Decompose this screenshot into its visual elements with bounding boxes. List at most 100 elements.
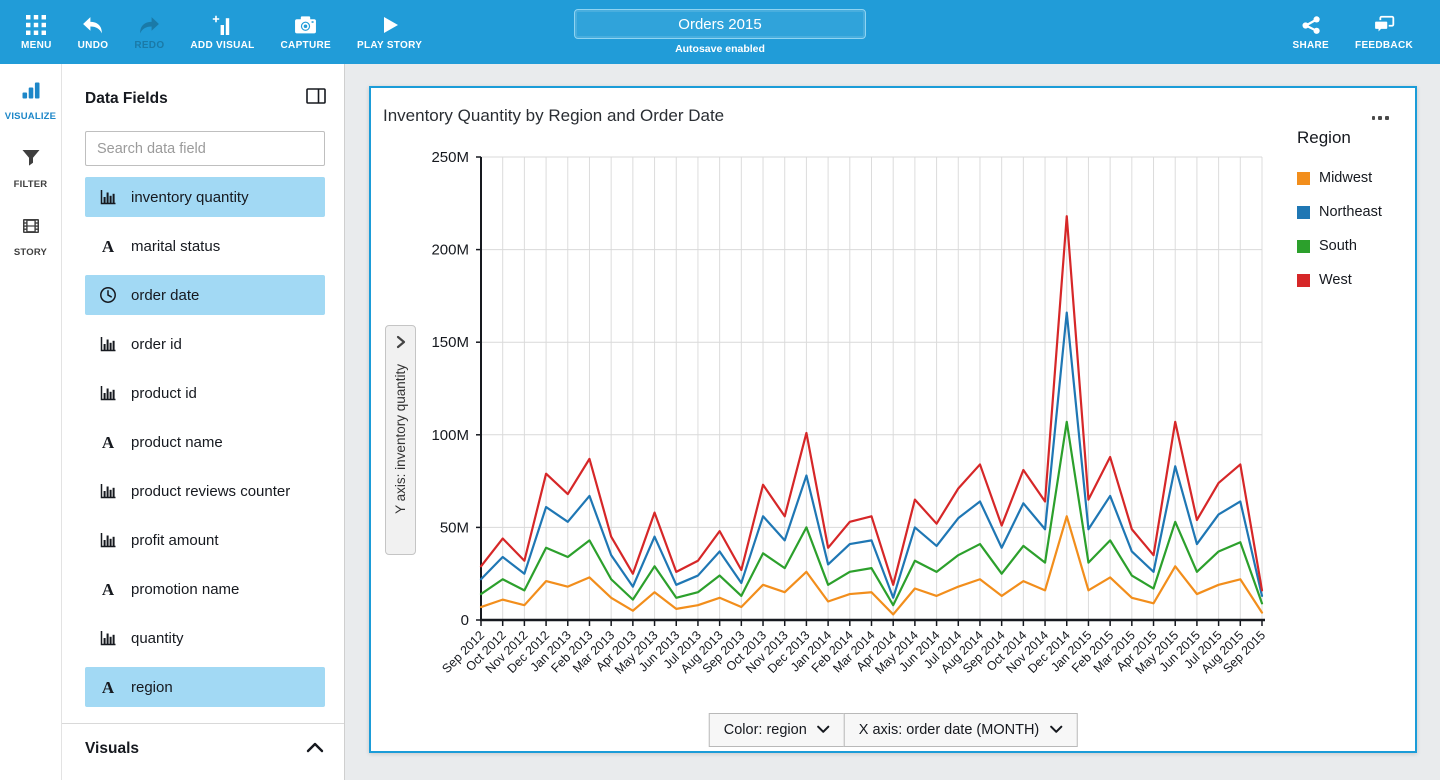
chevron-down-icon bbox=[817, 722, 830, 738]
field-label: order id bbox=[131, 336, 182, 353]
legend-swatch bbox=[1297, 274, 1310, 287]
field-item-promotion-name[interactable]: Apromotion name bbox=[85, 569, 325, 609]
svg-text:250M: 250M bbox=[431, 149, 469, 166]
play-story-button[interactable]: PLAY STORY bbox=[344, 0, 435, 64]
x-axis-dropdown[interactable]: X axis: order date (MONTH) bbox=[844, 713, 1078, 747]
field-item-quantity[interactable]: quantity bbox=[85, 618, 325, 658]
capture-button[interactable]: CAPTURE bbox=[268, 0, 344, 64]
rail-item-visualize[interactable]: VISUALIZE bbox=[0, 64, 61, 132]
field-item-profit-amount[interactable]: profit amount bbox=[85, 520, 325, 560]
chevron-right-icon bbox=[396, 335, 406, 354]
field-label: region bbox=[131, 679, 173, 696]
feedback-icon bbox=[1373, 13, 1395, 35]
svg-text:100M: 100M bbox=[431, 427, 469, 444]
chart-legend: Region Midwest Northeast South West bbox=[1297, 128, 1412, 306]
left-rail: VISUALIZE FILTER STORY bbox=[0, 64, 62, 780]
axis-controls: Color: region X axis: order date (MONTH) bbox=[709, 713, 1078, 747]
data-fields-header: Data Fields bbox=[85, 90, 168, 108]
text-field-icon: A bbox=[98, 579, 118, 599]
legend-label: West bbox=[1319, 272, 1352, 288]
field-label: profit amount bbox=[131, 532, 219, 549]
rail-item-filter[interactable]: FILTER bbox=[0, 132, 61, 200]
chevron-up-icon bbox=[306, 740, 324, 758]
menu-icon bbox=[26, 13, 46, 35]
field-label: product id bbox=[131, 385, 197, 402]
analysis-title-area: Autosave enabled bbox=[570, 0, 870, 64]
fields-list: inventory quantity Amarital status order d… bbox=[85, 177, 325, 716]
bar-chart-field-icon bbox=[98, 530, 118, 550]
legend-item-south[interactable]: South bbox=[1297, 238, 1412, 254]
field-item-marital-status[interactable]: Amarital status bbox=[85, 226, 325, 266]
panel-toggle-icon[interactable] bbox=[306, 88, 326, 109]
redo-icon bbox=[138, 13, 161, 35]
legend-swatch bbox=[1297, 206, 1310, 219]
text-field-icon: A bbox=[98, 677, 118, 697]
field-item-product-id[interactable]: product id bbox=[85, 373, 325, 413]
field-label: product name bbox=[131, 434, 223, 451]
svg-text:50M: 50M bbox=[440, 519, 469, 536]
visual-menu-ellipsis-icon[interactable] bbox=[1368, 112, 1393, 124]
chevron-down-icon bbox=[1049, 722, 1062, 738]
feedback-button[interactable]: FEEDBACK bbox=[1342, 0, 1426, 64]
visual-title: Inventory Quantity by Region and Order D… bbox=[383, 106, 724, 126]
field-label: inventory quantity bbox=[131, 189, 249, 206]
field-item-order-date[interactable]: order date bbox=[85, 275, 325, 315]
legend-label: Northeast bbox=[1319, 204, 1382, 220]
field-label: marital status bbox=[131, 238, 220, 255]
share-icon bbox=[1301, 13, 1321, 35]
share-button[interactable]: SHARE bbox=[1280, 0, 1343, 64]
visual-card[interactable]: 050M100M150M200M250MSep 2012Oct 2012Nov … bbox=[369, 86, 1417, 753]
text-field-icon: A bbox=[98, 236, 118, 256]
top-toolbar: MENU UNDO REDO ADD VISUAL CAPTUR bbox=[0, 0, 1440, 64]
bar-chart-field-icon bbox=[98, 334, 118, 354]
y-axis-control-label: Y axis: inventory quantity bbox=[393, 364, 408, 514]
field-label: quantity bbox=[131, 630, 184, 647]
search-data-field-input[interactable] bbox=[85, 131, 325, 166]
field-label: order date bbox=[131, 287, 199, 304]
bar-chart-field-icon bbox=[98, 383, 118, 403]
legend-swatch bbox=[1297, 172, 1310, 185]
field-item-region[interactable]: Aregion bbox=[85, 667, 325, 707]
rail-item-story[interactable]: STORY bbox=[0, 200, 61, 268]
add-visual-icon bbox=[211, 13, 233, 35]
field-item-product-reviews-counter[interactable]: product reviews counter bbox=[85, 471, 325, 511]
field-label: product reviews counter bbox=[131, 483, 290, 500]
filter-icon bbox=[21, 148, 41, 173]
field-item-inventory-quantity[interactable]: inventory quantity bbox=[85, 177, 325, 217]
field-item-order-id[interactable]: order id bbox=[85, 324, 325, 364]
legend-label: Midwest bbox=[1319, 170, 1372, 186]
field-label: promotion name bbox=[131, 581, 239, 598]
redo-button[interactable]: REDO bbox=[121, 0, 177, 64]
quicksight-app: MENU UNDO REDO ADD VISUAL CAPTUR bbox=[0, 0, 1440, 780]
visuals-divider bbox=[62, 723, 344, 724]
story-icon bbox=[21, 216, 41, 241]
undo-icon bbox=[81, 13, 104, 35]
line-chart[interactable]: 050M100M150M200M250MSep 2012Oct 2012Nov … bbox=[371, 88, 1415, 751]
text-field-icon: A bbox=[98, 432, 118, 452]
y-axis-control-tab[interactable]: Y axis: inventory quantity bbox=[385, 325, 416, 555]
data-fields-panel: Data Fields inventory quantity Amarital s… bbox=[62, 64, 345, 780]
visuals-section-header[interactable]: Visuals bbox=[85, 740, 324, 758]
svg-text:150M: 150M bbox=[431, 334, 469, 351]
field-item-product-name[interactable]: Aproduct name bbox=[85, 422, 325, 462]
autosave-status: Autosave enabled bbox=[570, 43, 870, 55]
legend-item-west[interactable]: West bbox=[1297, 272, 1412, 288]
undo-button[interactable]: UNDO bbox=[65, 0, 122, 64]
visualize-icon bbox=[20, 80, 42, 105]
svg-text:0: 0 bbox=[461, 612, 469, 629]
capture-icon bbox=[294, 13, 317, 35]
bar-chart-field-icon bbox=[98, 187, 118, 207]
add-visual-button[interactable]: ADD VISUAL bbox=[177, 0, 267, 64]
bar-chart-field-icon bbox=[98, 481, 118, 501]
legend-title: Region bbox=[1297, 128, 1412, 148]
play-icon bbox=[380, 13, 400, 35]
menu-button[interactable]: MENU bbox=[8, 0, 65, 64]
legend-item-northeast[interactable]: Northeast bbox=[1297, 204, 1412, 220]
svg-text:200M: 200M bbox=[431, 242, 469, 259]
bar-chart-field-icon bbox=[98, 628, 118, 648]
legend-item-midwest[interactable]: Midwest bbox=[1297, 170, 1412, 186]
analysis-title-input[interactable] bbox=[574, 9, 866, 39]
legend-label: South bbox=[1319, 238, 1357, 254]
legend-swatch bbox=[1297, 240, 1310, 253]
color-dropdown[interactable]: Color: region bbox=[709, 713, 845, 747]
